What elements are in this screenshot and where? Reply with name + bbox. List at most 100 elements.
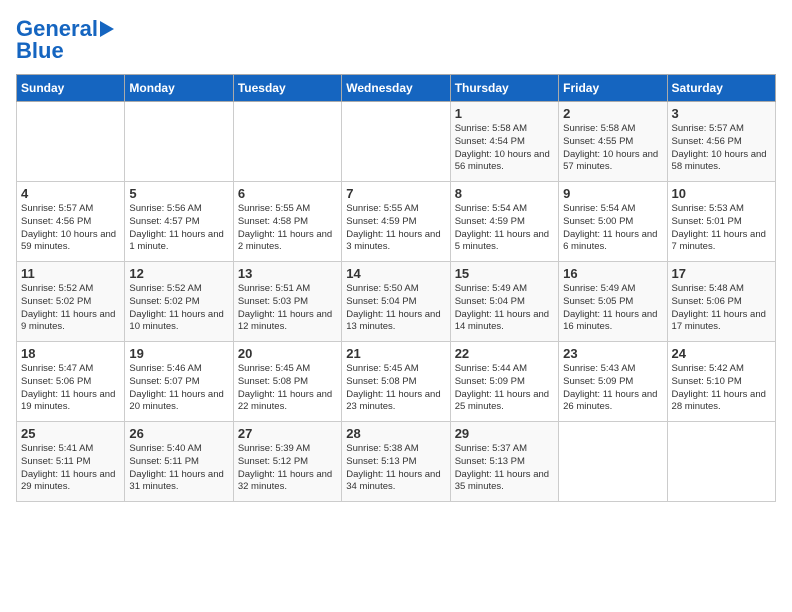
- week-row-1: 1 Sunrise: 5:58 AM Sunset: 4:54 PM Daylig…: [17, 102, 776, 182]
- day-number: 16: [563, 266, 662, 281]
- day-info: Sunrise: 5:51 AM Sunset: 5:03 PM Dayligh…: [238, 283, 337, 334]
- calendar-cell: 10 Sunrise: 5:53 AM Sunset: 5:01 PM Dayli…: [667, 182, 775, 262]
- calendar-cell: 26 Sunrise: 5:40 AM Sunset: 5:11 PM Dayli…: [125, 422, 233, 502]
- calendar-cell: 28 Sunrise: 5:38 AM Sunset: 5:13 PM Dayli…: [342, 422, 450, 502]
- day-info: Sunrise: 5:47 AM Sunset: 5:06 PM Dayligh…: [21, 363, 120, 414]
- calendar-cell: 8 Sunrise: 5:54 AM Sunset: 4:59 PM Daylig…: [450, 182, 558, 262]
- day-info: Sunrise: 5:48 AM Sunset: 5:06 PM Dayligh…: [672, 283, 771, 334]
- week-row-5: 25 Sunrise: 5:41 AM Sunset: 5:11 PM Dayli…: [17, 422, 776, 502]
- day-info: Sunrise: 5:53 AM Sunset: 5:01 PM Dayligh…: [672, 203, 771, 254]
- day-number: 26: [129, 426, 228, 441]
- calendar-cell: 17 Sunrise: 5:48 AM Sunset: 5:06 PM Dayli…: [667, 262, 775, 342]
- calendar-cell: 11 Sunrise: 5:52 AM Sunset: 5:02 PM Dayli…: [17, 262, 125, 342]
- day-number: 4: [21, 186, 120, 201]
- calendar-cell: 14Sunrise: 5:50 AM Sunset: 5:04 PM Dayli…: [342, 262, 450, 342]
- col-header-tuesday: Tuesday: [233, 75, 341, 102]
- day-info: Sunrise: 5:50 AM Sunset: 5:04 PM Dayligh…: [346, 283, 445, 334]
- day-number: 6: [238, 186, 337, 201]
- day-info: Sunrise: 5:54 AM Sunset: 4:59 PM Dayligh…: [455, 203, 554, 254]
- day-number: 11: [21, 266, 120, 281]
- col-header-friday: Friday: [559, 75, 667, 102]
- day-number: 28: [346, 426, 445, 441]
- day-number: 1: [455, 106, 554, 121]
- calendar-cell: 1 Sunrise: 5:58 AM Sunset: 4:54 PM Daylig…: [450, 102, 558, 182]
- page-header: General Blue: [16, 16, 776, 64]
- week-row-4: 18 Sunrise: 5:47 AM Sunset: 5:06 PM Dayli…: [17, 342, 776, 422]
- col-header-wednesday: Wednesday: [342, 75, 450, 102]
- calendar-cell: 23 Sunrise: 5:43 AM Sunset: 5:09 PM Dayli…: [559, 342, 667, 422]
- logo: General Blue: [16, 16, 114, 64]
- calendar-cell: 21 Sunrise: 5:45 AM Sunset: 5:08 PM Dayli…: [342, 342, 450, 422]
- day-number: 3: [672, 106, 771, 121]
- day-info: Sunrise: 5:49 AM Sunset: 5:04 PM Dayligh…: [455, 283, 554, 334]
- day-info: Sunrise: 5:55 AM Sunset: 4:59 PM Dayligh…: [346, 203, 445, 254]
- calendar-cell: 24Sunrise: 5:42 AM Sunset: 5:10 PM Dayli…: [667, 342, 775, 422]
- calendar-cell: [125, 102, 233, 182]
- day-number: 17: [672, 266, 771, 281]
- calendar-cell: 4 Sunrise: 5:57 AM Sunset: 4:56 PM Daylig…: [17, 182, 125, 262]
- day-info: Sunrise: 5:41 AM Sunset: 5:11 PM Dayligh…: [21, 443, 120, 494]
- logo-blue-text: Blue: [16, 38, 64, 64]
- day-info: Sunrise: 5:58 AM Sunset: 4:55 PM Dayligh…: [563, 123, 662, 174]
- calendar-cell: 5Sunrise: 5:56 AM Sunset: 4:57 PM Daylig…: [125, 182, 233, 262]
- day-info: Sunrise: 5:57 AM Sunset: 4:56 PM Dayligh…: [21, 203, 120, 254]
- week-row-2: 4 Sunrise: 5:57 AM Sunset: 4:56 PM Daylig…: [17, 182, 776, 262]
- day-info: Sunrise: 5:54 AM Sunset: 5:00 PM Dayligh…: [563, 203, 662, 254]
- day-number: 13: [238, 266, 337, 281]
- calendar-cell: 12 Sunrise: 5:52 AM Sunset: 5:02 PM Dayli…: [125, 262, 233, 342]
- col-header-thursday: Thursday: [450, 75, 558, 102]
- day-number: 27: [238, 426, 337, 441]
- day-info: Sunrise: 5:49 AM Sunset: 5:05 PM Dayligh…: [563, 283, 662, 334]
- calendar-cell: 2Sunrise: 5:58 AM Sunset: 4:55 PM Daylig…: [559, 102, 667, 182]
- day-number: 19: [129, 346, 228, 361]
- day-number: 29: [455, 426, 554, 441]
- day-info: Sunrise: 5:42 AM Sunset: 5:10 PM Dayligh…: [672, 363, 771, 414]
- calendar-cell: 22 Sunrise: 5:44 AM Sunset: 5:09 PM Dayli…: [450, 342, 558, 422]
- day-info: Sunrise: 5:52 AM Sunset: 5:02 PM Dayligh…: [129, 283, 228, 334]
- day-info: Sunrise: 5:58 AM Sunset: 4:54 PM Dayligh…: [455, 123, 554, 174]
- day-info: Sunrise: 5:44 AM Sunset: 5:09 PM Dayligh…: [455, 363, 554, 414]
- calendar-cell: 7 Sunrise: 5:55 AM Sunset: 4:59 PM Daylig…: [342, 182, 450, 262]
- calendar-cell: [17, 102, 125, 182]
- day-number: 18: [21, 346, 120, 361]
- day-number: 15: [455, 266, 554, 281]
- day-info: Sunrise: 5:45 AM Sunset: 5:08 PM Dayligh…: [346, 363, 445, 414]
- day-info: Sunrise: 5:46 AM Sunset: 5:07 PM Dayligh…: [129, 363, 228, 414]
- day-info: Sunrise: 5:43 AM Sunset: 5:09 PM Dayligh…: [563, 363, 662, 414]
- day-info: Sunrise: 5:39 AM Sunset: 5:12 PM Dayligh…: [238, 443, 337, 494]
- calendar-cell: 13 Sunrise: 5:51 AM Sunset: 5:03 PM Dayli…: [233, 262, 341, 342]
- day-info: Sunrise: 5:37 AM Sunset: 5:13 PM Dayligh…: [455, 443, 554, 494]
- day-number: 22: [455, 346, 554, 361]
- day-number: 12: [129, 266, 228, 281]
- day-info: Sunrise: 5:40 AM Sunset: 5:11 PM Dayligh…: [129, 443, 228, 494]
- calendar-cell: [342, 102, 450, 182]
- day-info: Sunrise: 5:57 AM Sunset: 4:56 PM Dayligh…: [672, 123, 771, 174]
- day-number: 21: [346, 346, 445, 361]
- calendar-table: SundayMondayTuesdayWednesdayThursdayFrid…: [16, 74, 776, 502]
- col-header-sunday: Sunday: [17, 75, 125, 102]
- day-number: 10: [672, 186, 771, 201]
- day-number: 7: [346, 186, 445, 201]
- week-row-3: 11 Sunrise: 5:52 AM Sunset: 5:02 PM Dayli…: [17, 262, 776, 342]
- calendar-cell: [233, 102, 341, 182]
- calendar-cell: 16 Sunrise: 5:49 AM Sunset: 5:05 PM Dayli…: [559, 262, 667, 342]
- calendar-cell: 20Sunrise: 5:45 AM Sunset: 5:08 PM Dayli…: [233, 342, 341, 422]
- calendar-cell: [559, 422, 667, 502]
- calendar-cell: 27 Sunrise: 5:39 AM Sunset: 5:12 PM Dayli…: [233, 422, 341, 502]
- calendar-cell: 19 Sunrise: 5:46 AM Sunset: 5:07 PM Dayli…: [125, 342, 233, 422]
- day-number: 23: [563, 346, 662, 361]
- day-number: 8: [455, 186, 554, 201]
- day-info: Sunrise: 5:52 AM Sunset: 5:02 PM Dayligh…: [21, 283, 120, 334]
- calendar-cell: 29 Sunrise: 5:37 AM Sunset: 5:13 PM Dayli…: [450, 422, 558, 502]
- col-header-monday: Monday: [125, 75, 233, 102]
- day-info: Sunrise: 5:38 AM Sunset: 5:13 PM Dayligh…: [346, 443, 445, 494]
- calendar-cell: 9Sunrise: 5:54 AM Sunset: 5:00 PM Daylig…: [559, 182, 667, 262]
- col-header-saturday: Saturday: [667, 75, 775, 102]
- day-number: 25: [21, 426, 120, 441]
- calendar-cell: 18 Sunrise: 5:47 AM Sunset: 5:06 PM Dayli…: [17, 342, 125, 422]
- calendar-cell: 25 Sunrise: 5:41 AM Sunset: 5:11 PM Dayli…: [17, 422, 125, 502]
- calendar-cell: 15 Sunrise: 5:49 AM Sunset: 5:04 PM Dayli…: [450, 262, 558, 342]
- day-number: 5: [129, 186, 228, 201]
- day-number: 20: [238, 346, 337, 361]
- calendar-cell: 3 Sunrise: 5:57 AM Sunset: 4:56 PM Daylig…: [667, 102, 775, 182]
